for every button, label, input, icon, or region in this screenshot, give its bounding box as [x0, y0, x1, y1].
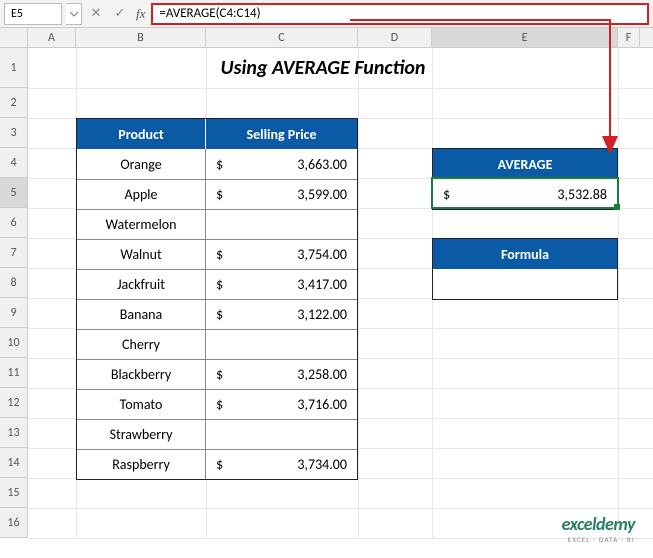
col-header-f[interactable]: F	[618, 28, 640, 47]
row-header[interactable]: 6	[0, 208, 27, 238]
price-cell: $3,734.00	[206, 450, 357, 479]
row-header[interactable]: 15	[0, 478, 27, 508]
product-cell: Tomato	[77, 390, 206, 419]
table-row[interactable]: Orange$3,663.00	[77, 149, 357, 179]
product-cell: Jackfruit	[77, 270, 206, 299]
table-header-row: Product Selling Price	[77, 119, 357, 149]
average-value-cell[interactable]: $ 3,532.88	[433, 179, 617, 209]
cell-area[interactable]: Using AVERAGE Function Product Selling P…	[28, 48, 653, 538]
row-header[interactable]: 16	[0, 508, 27, 538]
product-cell: Orange	[77, 149, 206, 179]
table-row[interactable]: Walnut$3,754.00	[77, 239, 357, 269]
row-headers: 1 2 3 4 5 6 7 8 9 10 11 12 13 14 15 16	[0, 48, 28, 538]
row-header[interactable]: 13	[0, 418, 27, 448]
page-title: Using AVERAGE Function	[28, 48, 618, 88]
price-cell: $3,122.00	[206, 300, 357, 329]
currency-symbol: $	[443, 186, 457, 203]
table-row[interactable]: Cherry	[77, 329, 357, 359]
price-cell: $3,754.00	[206, 240, 357, 269]
row-header[interactable]: 4	[0, 148, 27, 178]
row-header[interactable]: 1	[0, 48, 27, 88]
table-row[interactable]: Watermelon	[77, 209, 357, 239]
col-header-d[interactable]: D	[358, 28, 432, 47]
table-row[interactable]: Jackfruit$3,417.00	[77, 269, 357, 299]
formula-label: Formula	[433, 239, 617, 269]
product-cell: Blackberry	[77, 360, 206, 389]
product-cell: Cherry	[77, 330, 206, 359]
header-product: Product	[77, 119, 206, 149]
row-header[interactable]: 9	[0, 298, 27, 328]
product-cell: Walnut	[77, 240, 206, 269]
row-header[interactable]: 8	[0, 268, 27, 298]
col-header-e[interactable]: E	[432, 28, 618, 47]
cancel-icon[interactable]: ✕	[86, 4, 106, 24]
product-cell: Apple	[77, 180, 206, 209]
row-header[interactable]: 12	[0, 388, 27, 418]
price-cell: $3,599.00	[206, 180, 357, 209]
select-all-corner[interactable]	[0, 28, 28, 47]
price-cell	[206, 210, 357, 239]
col-header-a[interactable]: A	[28, 28, 76, 47]
col-header-b[interactable]: B	[76, 28, 206, 47]
row-header[interactable]: 2	[0, 88, 27, 118]
logo-text: exceldemy	[562, 513, 635, 535]
enter-icon[interactable]: ✓	[110, 4, 130, 24]
row-header[interactable]: 3	[0, 118, 27, 148]
formula-empty-cell[interactable]	[433, 269, 617, 299]
row-header[interactable]: 7	[0, 238, 27, 268]
average-value: 3,532.88	[457, 186, 607, 203]
formula-toolbar: E5 ✕ ✓ fx =AVERAGE(C4:C14)	[0, 0, 653, 28]
table-row[interactable]: Apple$3,599.00	[77, 179, 357, 209]
column-headers: A B C D E F	[0, 28, 653, 48]
col-header-c[interactable]: C	[206, 28, 358, 47]
fx-icon[interactable]: fx	[136, 6, 145, 22]
product-table: Product Selling Price Orange$3,663.00App…	[76, 118, 358, 480]
table-row[interactable]: Banana$3,122.00	[77, 299, 357, 329]
row-header[interactable]: 5	[0, 178, 27, 208]
price-cell: $3,716.00	[206, 390, 357, 419]
row-header[interactable]: 11	[0, 358, 27, 388]
table-row[interactable]: Blackberry$3,258.00	[77, 359, 357, 389]
average-box: AVERAGE $ 3,532.88	[432, 148, 618, 210]
table-row[interactable]: Raspberry$3,734.00	[77, 449, 357, 479]
price-cell	[206, 420, 357, 449]
row-header[interactable]: 10	[0, 328, 27, 358]
price-cell: $3,663.00	[206, 149, 357, 179]
product-cell: Watermelon	[77, 210, 206, 239]
name-box[interactable]: E5	[4, 3, 62, 25]
table-row[interactable]: Tomato$3,716.00	[77, 389, 357, 419]
name-box-dropdown[interactable]	[66, 3, 82, 25]
brand-logo: exceldemy EXCEL · DATA · BI	[562, 513, 635, 544]
row-header[interactable]: 14	[0, 448, 27, 478]
chevron-down-icon	[70, 11, 78, 17]
product-cell: Raspberry	[77, 450, 206, 479]
price-cell	[206, 330, 357, 359]
price-cell: $3,258.00	[206, 360, 357, 389]
formula-bar[interactable]: =AVERAGE(C4:C14)	[151, 3, 649, 25]
formula-box: Formula	[432, 238, 618, 300]
spreadsheet-grid: A B C D E F 1 2 3 4 5 6 7 8 9 10 11 12 1…	[0, 28, 653, 538]
table-row[interactable]: Strawberry	[77, 419, 357, 449]
product-cell: Strawberry	[77, 420, 206, 449]
logo-tagline: EXCEL · DATA · BI	[562, 535, 635, 544]
average-label: AVERAGE	[433, 149, 617, 179]
header-price: Selling Price	[206, 119, 357, 149]
product-cell: Banana	[77, 300, 206, 329]
price-cell: $3,417.00	[206, 270, 357, 299]
